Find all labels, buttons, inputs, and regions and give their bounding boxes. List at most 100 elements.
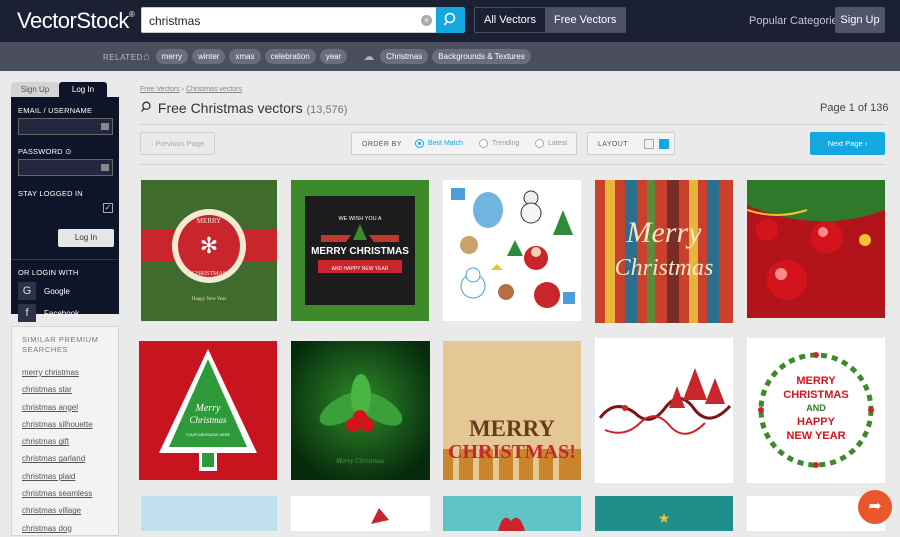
vector-thumbnail[interactable] xyxy=(747,180,885,318)
password-field[interactable] xyxy=(18,159,113,176)
order-by-control: ORDER BY Best Match Trending Latest xyxy=(351,132,577,155)
related-tag[interactable]: xmas xyxy=(229,49,261,64)
order-trending[interactable]: Trending xyxy=(479,139,519,148)
similar-search-link[interactable]: christmas star xyxy=(22,381,93,398)
related-category-tag[interactable]: Christmas xyxy=(380,49,429,64)
popular-categories-link[interactable]: Popular Categories xyxy=(749,15,843,27)
order-latest[interactable]: Latest xyxy=(535,139,567,148)
vector-thumbnail[interactable]: ★ xyxy=(595,496,733,531)
search-button[interactable] xyxy=(436,7,465,33)
tag-icon: ⌂ xyxy=(143,50,150,63)
vector-thumbnail[interactable] xyxy=(443,180,581,321)
related-tags: ⌂ merry winter xmas celebration year ☁ Christm… xyxy=(143,49,531,64)
similar-search-link[interactable]: christmas gift xyxy=(22,433,93,450)
similar-search-link[interactable]: christmas seamless xyxy=(22,485,93,502)
category-icon: ☁ xyxy=(363,51,375,63)
breadcrumb-free-vectors[interactable]: Free Vectors xyxy=(140,86,180,93)
search-icon xyxy=(443,12,456,26)
vector-thumbnail[interactable]: WE WISH YOU A MERRY CHRISTMAS AND HAPPY … xyxy=(291,180,429,321)
vectorstock-logo[interactable]: VectorStock® xyxy=(17,8,135,34)
svg-text:MERRY: MERRY xyxy=(469,416,555,441)
vector-thumbnail[interactable] xyxy=(443,496,581,531)
svg-text:Christmas: Christmas xyxy=(189,415,227,425)
scope-all-vectors[interactable]: All Vectors xyxy=(475,8,545,32)
svg-text:MERRY: MERRY xyxy=(197,217,222,225)
vector-thumbnail[interactable] xyxy=(141,496,277,531)
vector-thumbnail[interactable]: MERRY CHRISTMAS AND HAPPY NEW YEAR xyxy=(747,338,885,483)
page-indicator: Page 1 of 136 xyxy=(820,102,889,114)
list-layout-icon[interactable] xyxy=(644,139,654,149)
google-login-button[interactable]: G Google xyxy=(18,282,70,300)
related-tag[interactable]: year xyxy=(319,49,348,64)
vector-thumbnail[interactable]: Merry Christmas xyxy=(291,341,430,480)
vector-thumbnail[interactable]: MERRY CHRISTMAS! xyxy=(443,341,581,480)
email-field[interactable] xyxy=(18,118,113,135)
vector-thumbnail[interactable] xyxy=(291,496,430,531)
svg-text:MERRY CHRISTMAS: MERRY CHRISTMAS xyxy=(311,246,409,257)
clear-search-icon[interactable]: × xyxy=(421,15,432,26)
similar-search-link[interactable]: christmas plaid xyxy=(22,468,93,485)
similar-search-link[interactable]: christmas silhouette xyxy=(22,416,93,433)
svg-text:WE WISH YOU A: WE WISH YOU A xyxy=(339,216,382,222)
chevron-left-icon: ‹ xyxy=(150,139,154,148)
divider xyxy=(140,124,885,125)
similar-premium-searches: SIMILAR PREMIUM SEARCHES merry christmas… xyxy=(11,326,119,536)
order-best-match[interactable]: Best Match xyxy=(415,139,463,148)
vector-thumbnail[interactable]: MERRY CHRISTMAS ✻ Happy New Year xyxy=(141,180,277,321)
related-tag[interactable]: celebration xyxy=(264,49,316,64)
or-login-with-label: OR LOGIN WITH xyxy=(18,268,79,277)
svg-text:Merry: Merry xyxy=(195,403,222,414)
layout-control: LAYOUT xyxy=(587,132,675,155)
breadcrumb: Free Vectors › Christmas vectors xyxy=(140,86,242,93)
help-icon: ⊙ xyxy=(65,147,72,156)
tab-log-in[interactable]: Log In xyxy=(59,82,107,97)
svg-text:CHRISTMAS: CHRISTMAS xyxy=(783,389,848,401)
scope-free-vectors[interactable]: Free Vectors xyxy=(544,8,626,32)
similar-search-link[interactable]: merry christmas xyxy=(22,364,93,381)
svg-text:AND: AND xyxy=(806,403,826,413)
next-page-button[interactable]: Next Page › xyxy=(810,132,885,155)
vector-thumbnail[interactable] xyxy=(595,338,733,483)
breadcrumb-christmas-vectors[interactable]: Christmas vectors xyxy=(186,86,242,93)
vector-thumbnail[interactable]: Merry Christmas xyxy=(595,180,733,323)
svg-text:NEW YEAR: NEW YEAR xyxy=(786,430,845,442)
related-tag[interactable]: merry xyxy=(155,49,189,64)
svg-text:★: ★ xyxy=(658,510,671,526)
tab-sign-up[interactable]: Sign Up xyxy=(11,82,59,97)
facebook-login-button[interactable]: f Facebook xyxy=(18,304,79,322)
related-bar: RELATED ⌂ merry winter xmas celebration year… xyxy=(0,42,900,71)
svg-text:HAPPY: HAPPY xyxy=(797,416,836,428)
stay-logged-in-label: STAY LOGGED IN xyxy=(18,189,83,198)
keyboard-icon xyxy=(101,164,109,171)
svg-text:Merry Christmas: Merry Christmas xyxy=(335,457,384,465)
layout-label: LAYOUT xyxy=(598,141,628,148)
share-button[interactable]: ➦ xyxy=(858,490,892,524)
svg-text:YOUR MESSAGE HERE: YOUR MESSAGE HERE xyxy=(186,432,231,437)
divider xyxy=(11,259,119,260)
previous-page-button[interactable]: ‹ Previous Page xyxy=(140,132,215,155)
password-label: PASSWORD ⊙ xyxy=(18,147,72,156)
svg-text:CHRISTMAS!: CHRISTMAS! xyxy=(448,441,576,463)
similar-search-link[interactable]: christmas garland xyxy=(22,450,93,467)
share-arrow-icon: ➦ xyxy=(868,498,882,515)
similar-search-link[interactable]: christmas angel xyxy=(22,399,93,416)
email-label: EMAIL / USERNAME xyxy=(18,106,93,115)
svg-text:CHRISTMAS: CHRISTMAS xyxy=(192,271,226,277)
svg-text:Merry: Merry xyxy=(626,216,703,249)
sign-up-button[interactable]: Sign Up xyxy=(835,7,885,33)
vector-thumbnail[interactable]: Merry Christmas YOUR MESSAGE HERE xyxy=(139,341,277,480)
google-icon: G xyxy=(18,282,36,300)
svg-text:AND HAPPY NEW YEAR: AND HAPPY NEW YEAR xyxy=(332,266,389,272)
stay-logged-in-checkbox[interactable]: ✓ xyxy=(103,203,113,213)
related-tag[interactable]: winter xyxy=(192,49,226,64)
keyboard-icon xyxy=(101,123,109,130)
search-input[interactable]: christmas × xyxy=(141,7,437,33)
grid-layout-icon[interactable] xyxy=(659,139,669,149)
similar-search-link[interactable]: christmas village xyxy=(22,502,93,519)
login-panel: Sign Up Log In EMAIL / USERNAME PASSWORD… xyxy=(11,82,119,322)
related-category-tag[interactable]: Backgrounds & Textures xyxy=(432,49,531,64)
svg-text:Christmas: Christmas xyxy=(615,255,714,281)
similar-search-link[interactable]: christmas dog xyxy=(22,520,93,537)
similar-searches-heading: SIMILAR PREMIUM SEARCHES xyxy=(22,335,99,354)
log-in-button[interactable]: Log In xyxy=(58,229,114,247)
